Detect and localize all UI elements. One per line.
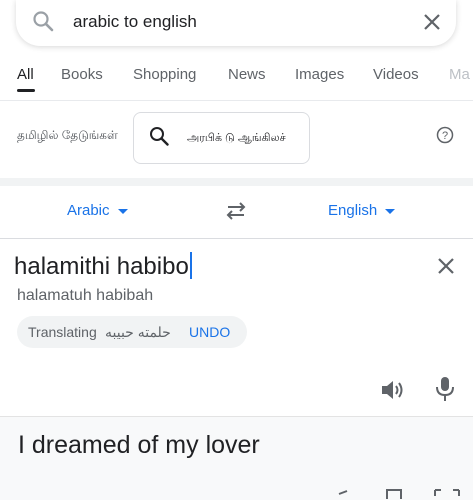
target-language-label: English bbox=[328, 202, 378, 219]
divider bbox=[0, 238, 473, 239]
source-language-select[interactable]: Arabic bbox=[67, 202, 128, 219]
chevron-down-icon bbox=[385, 208, 396, 214]
source-language-label: Arabic bbox=[67, 202, 110, 219]
tab-all[interactable]: All bbox=[17, 66, 34, 83]
corrected-source[interactable]: حلمته حبيبه bbox=[105, 324, 171, 341]
tab-maps[interactable]: Ma bbox=[449, 66, 470, 83]
speaker-icon[interactable] bbox=[380, 378, 406, 402]
chevron-down-icon bbox=[117, 208, 128, 214]
divider bbox=[0, 100, 473, 101]
tab-news[interactable]: News bbox=[228, 66, 266, 83]
search-icon bbox=[150, 127, 169, 146]
source-text: halamithi habibo bbox=[14, 253, 189, 280]
translation-result: I dreamed of my lover bbox=[18, 431, 260, 459]
tamil-search-label: தமிழில் தேடுங்கள் bbox=[17, 128, 118, 142]
transliteration: halamatuh habibah bbox=[17, 287, 154, 304]
tab-images[interactable]: Images bbox=[295, 66, 344, 83]
text-cursor bbox=[189, 252, 192, 279]
section-separator bbox=[0, 178, 473, 186]
tab-videos[interactable]: Videos bbox=[373, 66, 419, 83]
result-toolbar-icons[interactable] bbox=[335, 488, 465, 499]
clear-search-icon[interactable] bbox=[422, 12, 442, 32]
tab-shopping[interactable]: Shopping bbox=[133, 66, 196, 83]
target-language-select[interactable]: English bbox=[328, 202, 396, 219]
tamil-chip-label: அரபிக் டு ஆங்கிலச் bbox=[187, 132, 286, 144]
undo-button[interactable]: UNDO bbox=[189, 324, 230, 340]
source-text-input[interactable]: halamithi habibo bbox=[14, 252, 192, 281]
search-icon[interactable] bbox=[32, 10, 54, 32]
swap-languages-icon[interactable] bbox=[224, 201, 248, 221]
search-query[interactable]: arabic to english bbox=[73, 12, 197, 32]
microphone-icon[interactable] bbox=[435, 376, 455, 402]
clear-source-icon[interactable] bbox=[436, 256, 456, 276]
translating-label: Translating bbox=[28, 324, 97, 340]
svg-text:?: ? bbox=[442, 130, 448, 142]
tab-books[interactable]: Books bbox=[61, 66, 103, 83]
help-icon[interactable]: ? bbox=[436, 126, 454, 144]
active-tab-indicator bbox=[17, 89, 35, 92]
